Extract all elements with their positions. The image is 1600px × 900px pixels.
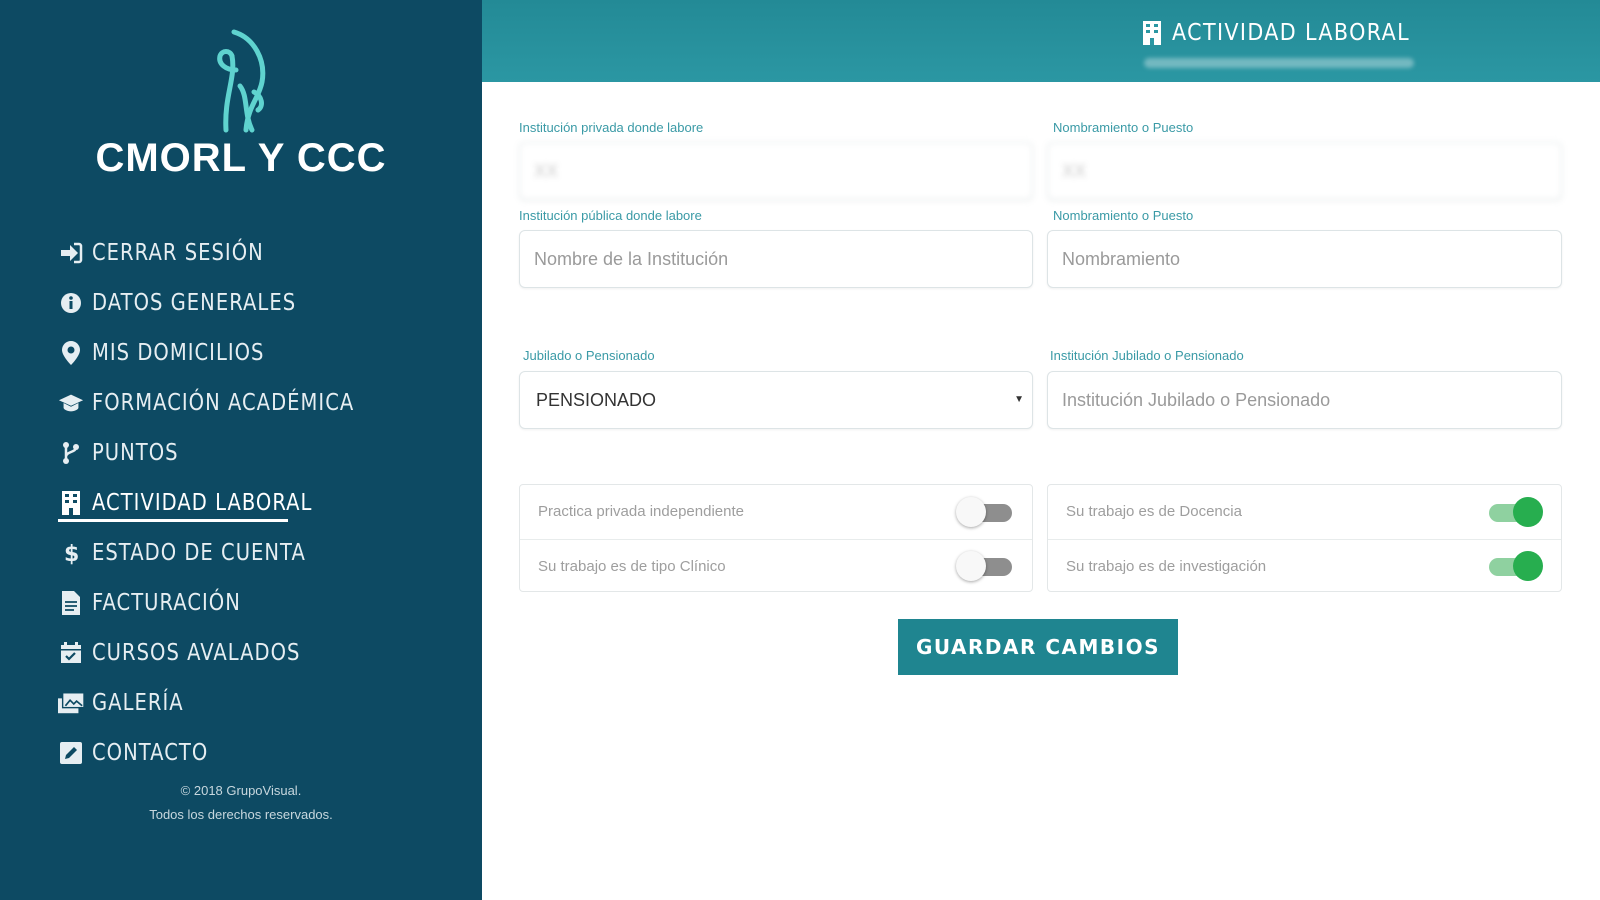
private-institution-input[interactable]	[519, 142, 1033, 200]
toggle-row-teaching: Su trabajo es de Docencia	[1048, 485, 1561, 538]
graduation-cap-icon	[58, 390, 84, 416]
retired-institution-label: Institución Jubilado o Pensionado	[1050, 348, 1244, 363]
nav-label: CURSOS AVALADOS	[92, 640, 301, 666]
private-institution-label: Institución privada donde labore	[519, 120, 704, 135]
brand-name: CMORL Y CCC	[95, 136, 387, 180]
sign-in-icon	[58, 240, 84, 266]
nav-label: ACTIVIDAD LABORAL	[92, 490, 313, 516]
page-title-text: ACTIVIDAD LABORAL	[1172, 20, 1411, 46]
nav-item-estado-de-cuenta[interactable]: $ ESTADO DE CUENTA	[58, 528, 458, 578]
public-institution-input[interactable]	[519, 230, 1033, 288]
teaching-toggle[interactable]	[1485, 496, 1543, 527]
research-toggle[interactable]	[1485, 551, 1543, 581]
images-icon	[58, 690, 84, 716]
map-marker-icon	[58, 340, 84, 366]
sidebar-nav: CERRAR SESIÓN DATOS GENERALES MIS DOMICI…	[58, 228, 458, 778]
public-position-input[interactable]	[1047, 230, 1562, 288]
nav-label: FORMACIÓN ACADÉMICA	[92, 390, 355, 416]
building-icon	[58, 490, 84, 516]
footer-rights: Todos los derechos reservados.	[149, 807, 333, 822]
toggle-row-private-practice: Practica privada independiente	[520, 485, 1032, 538]
header-subtitle-blurred	[1144, 58, 1414, 68]
branch-icon	[58, 440, 84, 466]
nav-item-puntos[interactable]: PUNTOS	[58, 428, 458, 478]
nav-label: CONTACTO	[92, 740, 209, 766]
retired-institution-input[interactable]	[1047, 371, 1562, 429]
private-position-input[interactable]	[1047, 142, 1562, 200]
toggle-panel-right: Su trabajo es de Docencia Su trabajo es …	[1047, 484, 1562, 592]
nav-label: PUNTOS	[92, 440, 179, 466]
nav-item-actividad-laboral[interactable]: ACTIVIDAD LABORAL	[58, 478, 458, 528]
nav-label: FACTURACIÓN	[92, 590, 241, 616]
private-practice-toggle[interactable]	[956, 496, 1014, 527]
nav-item-contacto[interactable]: CONTACTO	[58, 728, 458, 778]
nav-item-galeria[interactable]: GALERÍA	[58, 678, 458, 728]
nav-label: CERRAR SESIÓN	[92, 240, 264, 266]
caret-down-icon: ▼	[1014, 394, 1024, 405]
toggle-row-research: Su trabajo es de investigación	[1048, 539, 1561, 592]
page-title: ACTIVIDAD LABORAL	[1142, 20, 1436, 46]
page-header: ACTIVIDAD LABORAL	[482, 0, 1600, 82]
info-circle-icon	[58, 290, 84, 316]
retired-select[interactable]: PENSIONADO ▼	[519, 371, 1033, 429]
app-root: CMORL Y CCC CERRAR SESIÓN DATOS GENERALE…	[0, 0, 1600, 900]
private-position-label: Nombramiento o Puesto	[1053, 120, 1194, 135]
public-institution-label: Institución pública donde labore	[519, 208, 702, 223]
pencil-square-icon	[58, 740, 84, 766]
retired-label: Jubilado o Pensionado	[523, 348, 655, 363]
nav-item-cerrar-sesion[interactable]: CERRAR SESIÓN	[58, 228, 458, 278]
toggle-label: Su trabajo es de tipo Clínico	[538, 557, 726, 575]
nav-label: MIS DOMICILIOS	[92, 340, 265, 366]
toggle-row-clinical: Su trabajo es de tipo Clínico	[520, 539, 1032, 592]
toggle-label: Practica privada independiente	[538, 503, 744, 520]
retired-select-value: PENSIONADO	[536, 389, 657, 410]
nav-item-cursos-avalados[interactable]: CURSOS AVALADOS	[58, 628, 458, 678]
nav-item-mis-domicilios[interactable]: MIS DOMICILIOS	[58, 328, 458, 378]
nav-item-facturacion[interactable]: FACTURACIÓN	[58, 578, 458, 628]
brand-logo	[217, 29, 266, 133]
file-icon	[58, 590, 84, 616]
nav-label: GALERÍA	[92, 690, 184, 716]
toggle-label: Su trabajo es de investigación	[1066, 557, 1267, 575]
clinical-toggle[interactable]	[956, 551, 1014, 581]
building-icon	[1142, 21, 1162, 45]
toggle-panel-left: Practica privada independiente Su trabaj…	[519, 484, 1033, 592]
nav-item-formacion-academica[interactable]: FORMACIÓN ACADÉMICA	[58, 378, 458, 428]
toggle-label: Su trabajo es de Docencia	[1066, 503, 1242, 520]
nav-label: ESTADO DE CUENTA	[92, 540, 306, 566]
save-changes-button[interactable]: GUARDAR CAMBIOS	[898, 619, 1178, 675]
dollar-icon: $	[58, 540, 84, 566]
svg-text:$: $	[64, 542, 79, 565]
calendar-check-icon	[58, 640, 84, 666]
nav-label: DATOS GENERALES	[92, 290, 297, 316]
footer-copyright: © 2018 GrupoVisual.	[180, 783, 302, 798]
sidebar: CMORL Y CCC CERRAR SESIÓN DATOS GENERALE…	[0, 0, 482, 900]
nav-item-datos-generales[interactable]: DATOS GENERALES	[58, 278, 458, 328]
public-position-label: Nombramiento o Puesto	[1053, 208, 1194, 223]
